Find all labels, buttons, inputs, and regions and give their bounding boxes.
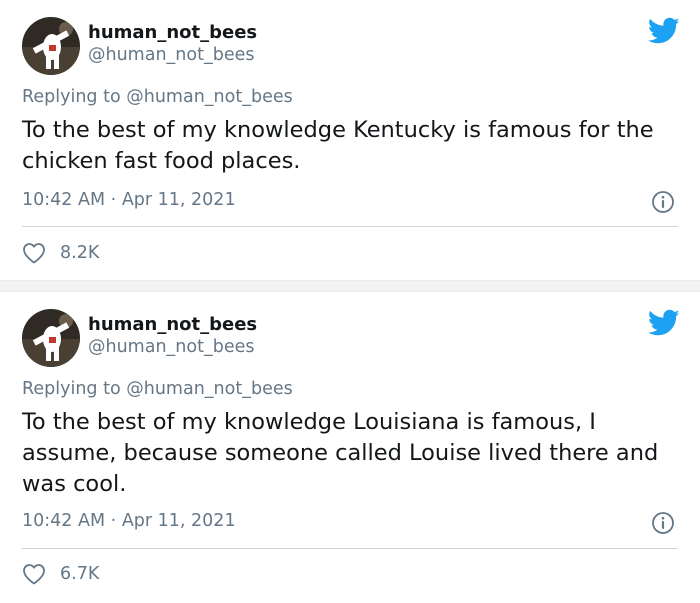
avatar-image (22, 17, 80, 75)
tweet-date[interactable]: Apr 11, 2021 (122, 511, 236, 531)
tweet-timestamp[interactable]: 10:42 AM · Apr 11, 2021 (22, 511, 236, 531)
avatar[interactable] (22, 17, 80, 75)
author-handle[interactable]: @human_not_bees (88, 45, 254, 65)
info-icon[interactable] (651, 511, 675, 535)
like-count: 6.7K (60, 564, 100, 584)
replying-to-mention[interactable]: @human_not_bees (126, 87, 292, 107)
divider (22, 548, 678, 549)
author-handle[interactable]: @human_not_bees (88, 337, 254, 357)
meta-separator: · (110, 511, 117, 531)
tweet-card: human_not_bees @human_not_bees Replying … (0, 292, 700, 603)
tweet-card: human_not_bees @human_not_bees Replying … (0, 0, 700, 280)
heart-icon[interactable] (22, 242, 46, 264)
like-count: 8.2K (60, 243, 100, 263)
avatar-image (22, 309, 80, 367)
tweet-text: To the best of my knowledge Kentucky is … (22, 117, 654, 174)
tweet-time[interactable]: 10:42 AM (22, 511, 105, 531)
divider (22, 226, 678, 227)
tweet-text: To the best of my knowledge Louisiana is… (22, 409, 659, 497)
replying-to: Replying to @human_not_bees (22, 379, 293, 399)
heart-icon[interactable] (22, 563, 46, 585)
like-button[interactable]: 6.7K (22, 562, 99, 586)
info-icon[interactable] (651, 190, 675, 214)
twitter-bird-icon[interactable] (647, 309, 680, 337)
replying-to-label: Replying to (22, 87, 121, 107)
replying-to-label: Replying to (22, 379, 121, 399)
tweet-separator (0, 280, 700, 292)
tweet-date[interactable]: Apr 11, 2021 (122, 190, 236, 210)
meta-separator: · (110, 190, 117, 210)
like-button[interactable]: 8.2K (22, 241, 99, 265)
avatar[interactable] (22, 309, 80, 367)
tweet-timestamp[interactable]: 10:42 AM · Apr 11, 2021 (22, 190, 236, 210)
replying-to: Replying to @human_not_bees (22, 87, 293, 107)
tweet-time[interactable]: 10:42 AM (22, 190, 105, 210)
twitter-bird-icon[interactable] (647, 17, 680, 45)
author-display-name[interactable]: human_not_bees (88, 314, 257, 335)
author-display-name[interactable]: human_not_bees (88, 22, 257, 43)
replying-to-mention[interactable]: @human_not_bees (126, 379, 292, 399)
